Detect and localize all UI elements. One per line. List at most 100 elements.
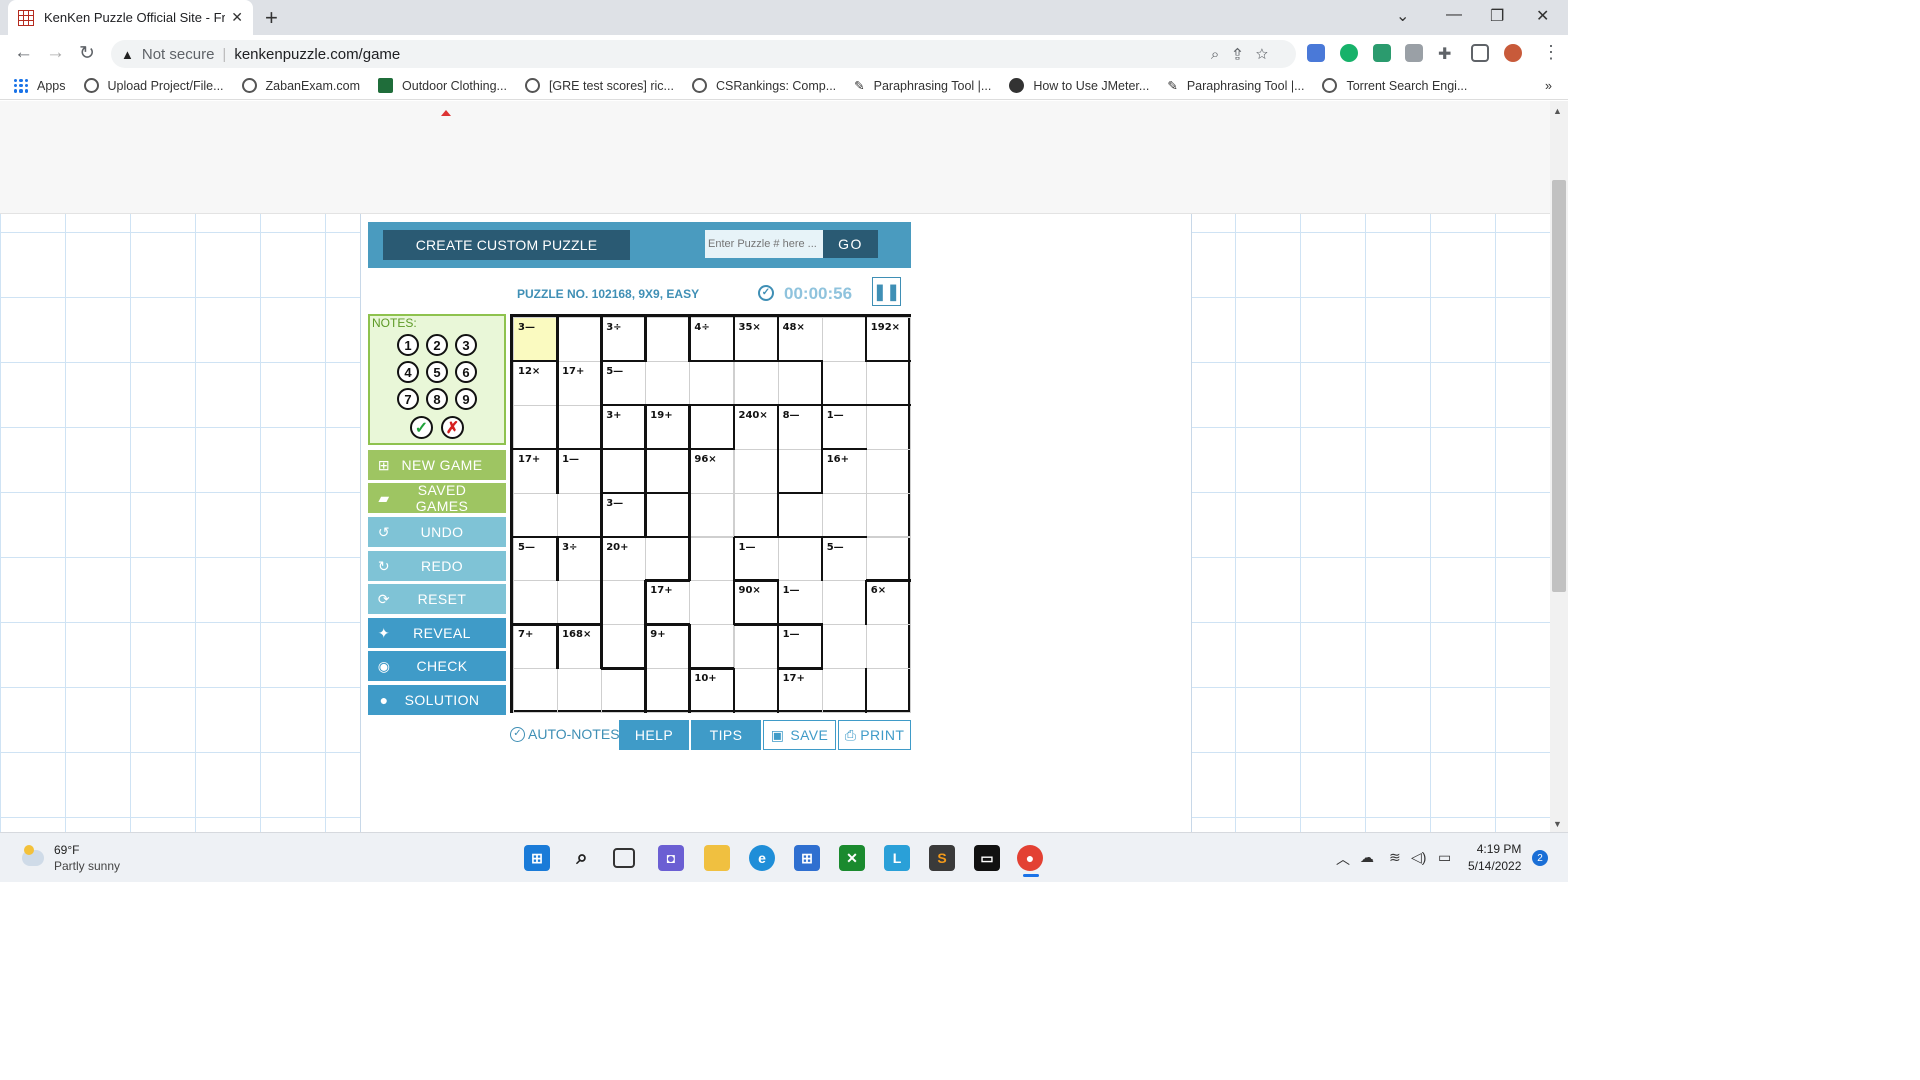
warning-icon[interactable]: ▲ [121,47,134,62]
board-cell[interactable] [777,448,823,494]
board-cell[interactable] [645,536,691,582]
scrollbar-thumb[interactable] [1552,180,1566,592]
bookmark-item[interactable]: Torrent Search Engi... [1322,78,1467,93]
board-cell[interactable] [777,360,823,406]
board-cell[interactable]: 90× [733,580,779,626]
note-button-8[interactable]: 8 [426,388,448,410]
board-cell[interactable] [513,580,559,626]
board-cell[interactable] [513,668,559,714]
create-custom-puzzle-button[interactable]: CREATE CUSTOM PUZZLE [383,230,630,260]
board-cell[interactable] [557,317,603,362]
board-cell[interactable] [513,492,559,538]
scroll-up-icon[interactable]: ▲ [1553,106,1562,116]
show-hidden-icons[interactable]: ︿ [1336,849,1350,869]
board-cell[interactable]: 1— [821,404,867,450]
pause-button[interactable]: ❚❚ [872,277,901,306]
board-cell[interactable] [865,448,911,494]
board-cell[interactable] [689,580,735,626]
board-cell[interactable] [557,580,603,626]
new-game-button[interactable]: ⊞ NEW GAME [368,450,506,480]
board-cell[interactable] [821,360,867,406]
board-cell[interactable] [777,536,823,582]
board-cell[interactable] [821,317,867,362]
board-cell[interactable] [645,668,691,714]
board-cell[interactable] [865,624,911,670]
help-button[interactable]: HELP [619,720,689,750]
bookmark-item[interactable]: ✎ Paraphrasing Tool |... [854,78,991,94]
minimize-button[interactable]: — [1446,6,1462,24]
maximize-button[interactable]: ❐ [1490,6,1504,26]
bookmark-item[interactable]: CSRankings: Comp... [691,78,836,93]
board-cell[interactable]: 1— [733,536,779,582]
board-cell[interactable] [601,668,647,714]
board-cell[interactable] [645,317,691,362]
board-cell[interactable]: 240× [733,404,779,450]
terminal-icon[interactable]: ▭ [974,845,1000,871]
reset-button[interactable]: ⟳ RESET [368,584,506,614]
board-cell[interactable] [645,360,691,406]
profile-avatar[interactable] [1504,44,1522,62]
board-cell[interactable]: 3— [601,492,647,538]
security-label[interactable]: Not secure [142,46,215,63]
notification-badge[interactable]: 2 [1532,850,1548,866]
board-cell[interactable] [601,624,647,670]
board-cell[interactable] [689,360,735,406]
forward-icon[interactable]: → [46,42,65,64]
search-icon[interactable]: ⌕ [569,845,595,871]
board-cell[interactable] [689,536,735,582]
note-button-4[interactable]: 4 [397,361,419,383]
clear-x-icon[interactable]: ✗ [441,416,464,439]
back-icon[interactable]: ← [14,42,33,64]
bookmark-item[interactable]: Outdoor Clothing... [378,78,507,93]
board-cell[interactable] [777,492,823,538]
tab-search-icon[interactable]: ⌄ [1396,6,1409,26]
board-cell[interactable] [689,624,735,670]
task-view-icon[interactable] [613,848,635,868]
omnibox-actions[interactable]: ⌕⇪☆ [1211,46,1282,63]
weather-widget[interactable]: 69°F Partly sunny [22,843,120,873]
l-app-icon[interactable]: L [884,845,910,871]
board-cell[interactable]: 5— [601,360,647,406]
board-cell[interactable]: 17+ [513,448,559,494]
teams-chat-icon[interactable]: ◘ [658,845,684,871]
note-button-5[interactable]: 5 [426,361,448,383]
board-cell[interactable]: 35× [733,317,779,362]
board-cell[interactable] [689,492,735,538]
board-cell[interactable] [865,492,911,538]
board-cell[interactable] [865,668,911,714]
board-cell[interactable] [557,492,603,538]
board-cell[interactable]: 19+ [645,404,691,450]
taskbar-clock[interactable]: 4:19 PM 5/14/2022 [1468,841,1521,875]
browser-tab[interactable]: KenKen Puzzle Official Site - Free ✕ [8,0,253,35]
bookmark-item[interactable]: ZabanExam.com [241,78,360,93]
check-button[interactable]: ◉ CHECK [368,651,506,681]
bookmark-item[interactable]: Upload Project/File... [83,78,224,93]
go-button[interactable]: GO [823,230,878,258]
board-cell[interactable]: 96× [689,448,735,494]
save-button[interactable]: ▣ SAVE [763,720,836,750]
close-tab-icon[interactable]: ✕ [231,9,243,26]
board-cell[interactable]: 1— [557,448,603,494]
board-cell[interactable]: 6× [865,580,911,626]
bookmark-item[interactable]: How to Use JMeter... [1009,78,1149,93]
board-cell[interactable] [601,580,647,626]
menu-kebab-icon[interactable]: ⋮ [1542,42,1560,63]
board-cell[interactable] [645,448,691,494]
extension-icon[interactable] [1373,44,1391,62]
tips-button[interactable]: TIPS [691,720,761,750]
close-window-button[interactable]: ✕ [1536,6,1549,26]
omnibox[interactable]: ▲ Not secure | kenkenpuzzle.com/game ⌕⇪☆ [111,40,1296,68]
scroll-down-icon[interactable]: ▼ [1553,819,1562,829]
board-cell[interactable] [733,668,779,714]
board-cell[interactable] [733,624,779,670]
xbox-icon[interactable]: ✕ [839,845,865,871]
chrome-icon[interactable]: ● [1017,845,1043,871]
board-cell[interactable] [821,624,867,670]
board-cell[interactable] [865,536,911,582]
board-cell[interactable]: 1— [777,624,823,670]
board-cell[interactable] [557,668,603,714]
board-cell[interactable] [821,668,867,714]
file-explorer-icon[interactable] [704,845,730,871]
extensions-puzzle-icon[interactable]: ✚ [1438,44,1456,63]
bookmark-item[interactable]: ✎ Paraphrasing Tool |... [1167,78,1304,94]
